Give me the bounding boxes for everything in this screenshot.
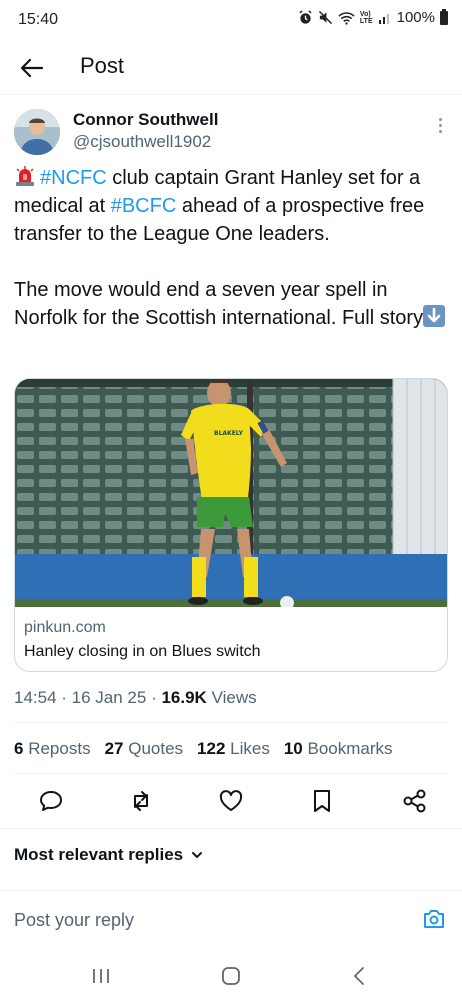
reply-input[interactable]: Post your reply xyxy=(14,910,134,931)
views-label: Views xyxy=(211,688,257,707)
share-button[interactable] xyxy=(400,786,430,816)
quotes-stat[interactable]: 27 Quotes xyxy=(105,739,183,759)
chevron-left-icon xyxy=(353,967,364,985)
author-handle[interactable]: @cjsouthwell1902 xyxy=(73,132,211,152)
post-author: Connor Southwell @cjsouthwell1902 xyxy=(14,106,448,162)
volte-label-bottom: LTE xyxy=(359,17,373,25)
post-actions xyxy=(14,786,448,816)
status-icons: Vo) LTE 100% xyxy=(298,8,448,26)
reply-composer: Post your reply xyxy=(0,890,462,950)
post-meta: 14:54 · 16 Jan 25 · 16.9K Views xyxy=(14,688,257,707)
volte-icon: Vo) LTE xyxy=(360,11,373,25)
card-image: BLAKELY xyxy=(15,379,447,607)
post-text-segment: The move would end a seven year spell in… xyxy=(14,279,424,329)
home-icon xyxy=(222,967,240,985)
wifi-icon xyxy=(338,11,355,25)
quotes-count: 27 xyxy=(104,739,124,758)
views-count: 16.9K xyxy=(161,688,207,707)
recent-apps-button[interactable] xyxy=(89,964,113,988)
reposts-stat[interactable]: 6 Reposts xyxy=(14,739,91,759)
more-dot-icon xyxy=(438,130,442,133)
share-icon xyxy=(403,789,426,813)
bookmarks-stat[interactable]: 10 Bookmarks xyxy=(284,739,393,759)
home-button[interactable] xyxy=(219,964,243,988)
reposts-label: Reposts xyxy=(28,739,91,758)
post-stats: 6 Reposts 27 Quotes 122 Likes 10 Bookmar… xyxy=(14,739,393,759)
divider xyxy=(0,828,462,829)
heart-icon xyxy=(219,790,243,811)
volte-label-top: Vo) xyxy=(359,10,371,18)
shirt-sponsor-text: BLAKELY xyxy=(214,430,244,437)
card-title: Hanley closing in on Blues switch xyxy=(24,643,261,660)
reply-icon xyxy=(40,791,62,811)
battery-icon xyxy=(440,8,448,25)
avatar-image xyxy=(14,109,60,155)
bookmark-button[interactable] xyxy=(307,786,337,816)
likes-label: Likes xyxy=(230,739,270,758)
reply-button[interactable] xyxy=(36,786,66,816)
divider xyxy=(14,773,448,774)
avatar[interactable] xyxy=(14,109,60,155)
repost-button[interactable] xyxy=(126,786,156,816)
hashtag-bcfc-link[interactable]: #BCFC xyxy=(111,195,177,217)
bookmarks-count: 10 xyxy=(283,739,303,758)
card-domain: pinkun.com xyxy=(24,619,106,636)
like-button[interactable] xyxy=(216,786,246,816)
likes-stat[interactable]: 122 Likes xyxy=(197,739,270,759)
bookmarks-label: Bookmarks xyxy=(307,739,393,758)
alarm-icon xyxy=(299,10,312,24)
post-paragraph-2: The move would end a seven year spell in… xyxy=(14,276,450,332)
recent-apps-icon xyxy=(93,969,109,983)
signal-icon xyxy=(378,13,389,24)
more-dot-icon xyxy=(438,118,442,121)
status-time: 15:40 xyxy=(18,11,59,28)
system-navigation-bar xyxy=(0,950,462,1000)
more-dot-icon xyxy=(438,124,442,127)
siren-emoji-icon xyxy=(16,166,34,186)
more-options-button[interactable] xyxy=(436,118,444,138)
page-title: Post xyxy=(80,53,125,78)
down-arrow-emoji-icon xyxy=(423,305,446,327)
post-text: #NCFC club captain Grant Hanley set for … xyxy=(14,164,450,360)
post-date: 16 Jan 25 xyxy=(71,688,147,707)
likes-count: 122 xyxy=(197,739,226,758)
back-button[interactable] xyxy=(18,54,46,82)
replies-sort-label: Most relevant replies xyxy=(14,845,184,864)
replies-sort-dropdown[interactable]: Most relevant replies xyxy=(14,845,203,865)
author-name[interactable]: Connor Southwell xyxy=(73,110,218,130)
hashtag-ncfc-link[interactable]: #NCFC xyxy=(40,167,107,189)
battery-percent: 100% xyxy=(396,9,435,26)
top-app-bar: Post xyxy=(0,40,462,95)
camera-icon xyxy=(424,910,444,928)
repost-icon xyxy=(134,791,148,811)
status-bar: 15:40 Vo) LTE 100% xyxy=(0,0,462,40)
mute-icon xyxy=(318,10,333,25)
link-preview-card[interactable]: BLAKELY pinkun.com Hanley closing in on … xyxy=(14,378,448,672)
quotes-label: Quotes xyxy=(128,739,184,758)
reposts-count: 6 xyxy=(14,739,24,758)
chevron-down-icon xyxy=(192,852,203,859)
divider xyxy=(14,722,448,723)
system-back-button[interactable] xyxy=(348,964,372,988)
arrow-left-icon xyxy=(20,58,44,78)
bookmark-icon xyxy=(314,790,330,812)
camera-button[interactable] xyxy=(422,907,446,931)
post-paragraph-1: #NCFC club captain Grant Hanley set for … xyxy=(14,164,450,248)
post-time: 14:54 xyxy=(14,688,57,707)
